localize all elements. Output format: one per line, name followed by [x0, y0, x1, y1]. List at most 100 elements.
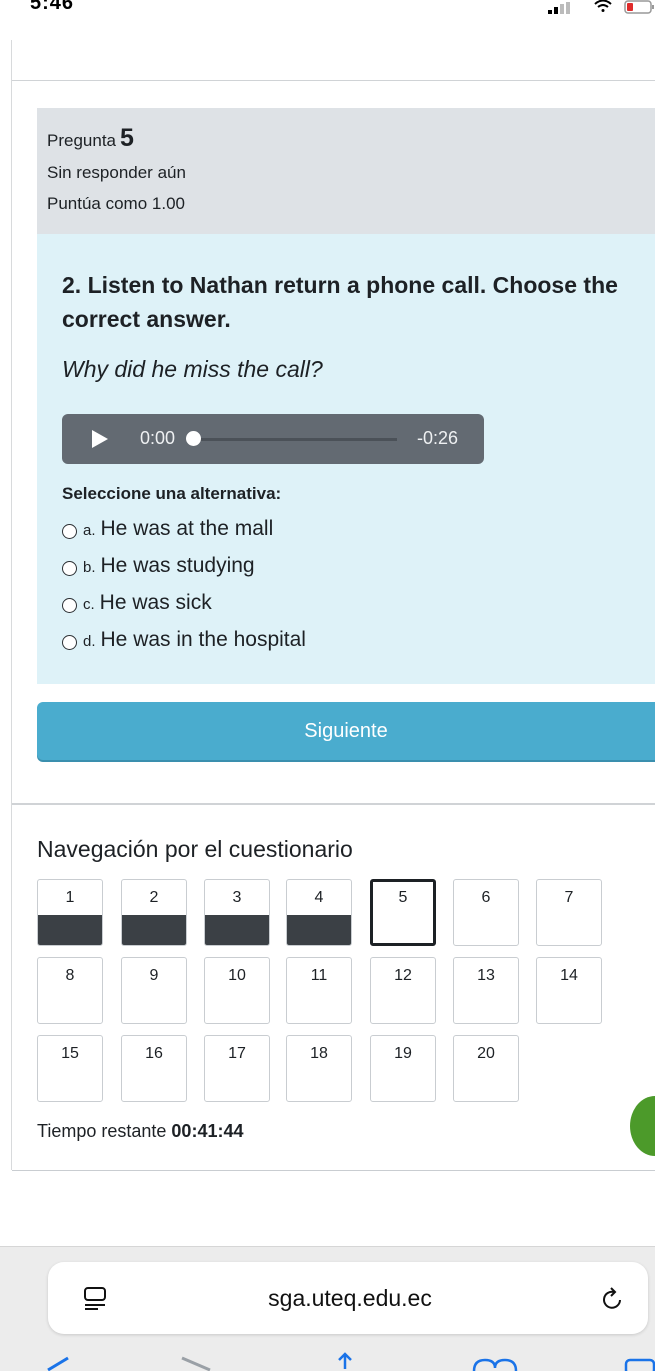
quiz-nav-button[interactable]: 18 — [286, 1035, 352, 1102]
bookmarks-icon[interactable] — [470, 1356, 520, 1371]
answer-option-d[interactable]: d. He was in the hospital — [62, 621, 306, 658]
forward-arrow-icon[interactable] — [180, 1356, 220, 1371]
quiz-nav-button[interactable]: 2 — [121, 879, 187, 946]
quiz-nav-number: 14 — [560, 967, 578, 984]
quiz-nav-button[interactable]: 3 — [204, 879, 270, 946]
question-grade: Puntúa como 1.00 — [47, 194, 185, 213]
quiz-nav-number: 4 — [314, 889, 324, 906]
answer-text[interactable]: He was at the mall — [101, 517, 274, 541]
quiz-nav-number: 18 — [310, 1045, 328, 1062]
answer-text[interactable]: He was studying — [101, 554, 255, 578]
answer-option-b[interactable]: b. He was studying — [62, 547, 306, 584]
quiz-nav-button[interactable]: 12 — [370, 957, 436, 1024]
audio-progress-knob[interactable] — [186, 431, 201, 446]
quiz-nav-number: 9 — [149, 967, 159, 984]
quiz-nav-number: 5 — [398, 889, 408, 906]
floating-action-icon[interactable] — [630, 1096, 655, 1156]
quiz-nav-number: 16 — [145, 1045, 163, 1062]
answer-prompt: Seleccione una alternativa: — [62, 484, 282, 503]
quiz-nav-button[interactable]: 7 — [536, 879, 602, 946]
section-divider — [12, 803, 655, 805]
question-label: Pregunta 5 — [47, 124, 655, 153]
answer-text[interactable]: He was sick — [100, 591, 212, 615]
quiz-navigation-title: Navegación por el cuestionario — [37, 836, 353, 862]
answered-indicator — [122, 915, 186, 945]
answer-text[interactable]: He was in the hospital — [101, 628, 306, 652]
quiz-nav-number: 8 — [65, 967, 75, 984]
quiz-nav-button[interactable]: 10 — [204, 957, 270, 1024]
quiz-nav-number: 3 — [232, 889, 242, 906]
screen: 5:46 Pregunta 5 Sin responder aún Puntúa… — [0, 0, 655, 1371]
quiz-nav-number: 12 — [394, 967, 412, 984]
audio-remaining-time: -0:26 — [416, 428, 458, 448]
audio-player[interactable]: 0:00 -0:26 — [62, 414, 484, 464]
answer-letter: a. — [83, 522, 96, 539]
bottom-divider — [12, 1170, 655, 1171]
quiz-nav-button[interactable]: 6 — [453, 879, 519, 946]
quiz-nav-button[interactable]: 1 — [37, 879, 103, 946]
answer-letter: b. — [83, 559, 96, 576]
quiz-nav-button[interactable]: 8 — [37, 957, 103, 1024]
time-remaining: Tiempo restante 00:41:44 — [37, 1121, 243, 1142]
time-remaining-label: Tiempo restante — [37, 1121, 167, 1141]
quiz-nav-button[interactable]: 13 — [453, 957, 519, 1024]
quiz-nav-number: 19 — [394, 1045, 412, 1062]
quiz-nav-number: 11 — [310, 967, 328, 984]
wifi-icon — [594, 0, 612, 12]
question-number: 5 — [120, 124, 134, 152]
reload-icon[interactable] — [600, 1286, 624, 1312]
next-button[interactable]: Siguiente — [37, 702, 655, 760]
battery-icon — [624, 0, 654, 14]
top-divider — [12, 80, 655, 81]
radio-button[interactable] — [62, 635, 77, 650]
quiz-nav-button[interactable]: 9 — [121, 957, 187, 1024]
question-state: Sin responder aún — [47, 163, 186, 182]
answer-letter: d. — [83, 633, 96, 650]
quiz-nav-button[interactable]: 4 — [286, 879, 352, 946]
share-icon[interactable] — [330, 1352, 360, 1371]
answer-list: a. He was at the mall b. He was studying… — [62, 510, 306, 658]
quiz-nav-number: 1 — [65, 889, 75, 906]
quiz-nav-button[interactable]: 19 — [370, 1035, 436, 1102]
quiz-nav-button[interactable]: 5 — [370, 879, 436, 946]
quiz-nav-number: 13 — [477, 967, 495, 984]
quiz-nav-number: 2 — [149, 889, 159, 906]
quiz-nav-number: 20 — [477, 1045, 495, 1062]
tabs-icon[interactable] — [622, 1356, 655, 1371]
question-subtext: Why did he miss the call? — [62, 356, 323, 382]
question-content: 2. Listen to Nathan return a phone call.… — [37, 234, 655, 684]
radio-button[interactable] — [62, 524, 77, 539]
answered-indicator — [287, 915, 351, 945]
quiz-nav-number: 17 — [228, 1045, 246, 1062]
quiz-nav-button[interactable]: 14 — [536, 957, 602, 1024]
answered-indicator — [205, 915, 269, 945]
quiz-nav-number: 15 — [61, 1045, 79, 1062]
radio-button[interactable] — [62, 561, 77, 576]
quiz-nav-button[interactable]: 16 — [121, 1035, 187, 1102]
url-text[interactable]: sga.uteq.edu.ec — [0, 1285, 655, 1312]
answer-option-a[interactable]: a. He was at the mall — [62, 510, 306, 547]
page-left-border — [11, 40, 12, 1170]
quiz-nav-number: 7 — [564, 889, 574, 906]
quiz-nav-button[interactable]: 15 — [37, 1035, 103, 1102]
audio-progress-track[interactable] — [192, 438, 397, 441]
question-text: 2. Listen to Nathan return a phone call.… — [62, 272, 618, 332]
answer-option-c[interactable]: c. He was sick — [62, 584, 306, 621]
status-time: 5:46 — [30, 0, 75, 14]
time-remaining-value: 00:41:44 — [171, 1121, 244, 1141]
answer-letter: c. — [83, 596, 95, 613]
play-icon[interactable] — [92, 430, 108, 448]
quiz-nav-number: 6 — [481, 889, 491, 906]
question-info: Pregunta 5 Sin responder aún Puntúa como… — [37, 108, 655, 234]
quiz-nav-button[interactable]: 11 — [286, 957, 352, 1024]
radio-button[interactable] — [62, 598, 77, 613]
quiz-nav-button[interactable]: 20 — [453, 1035, 519, 1102]
cellular-signal-icon — [548, 2, 570, 14]
audio-current-time: 0:00 — [140, 428, 176, 448]
answered-indicator — [38, 915, 102, 945]
quiz-nav-number: 10 — [228, 967, 246, 984]
question-label-text: Pregunta — [47, 131, 116, 150]
quiz-nav-button[interactable]: 17 — [204, 1035, 270, 1102]
back-arrow-icon[interactable] — [30, 1356, 70, 1371]
status-bar: 5:46 — [0, 0, 655, 18]
